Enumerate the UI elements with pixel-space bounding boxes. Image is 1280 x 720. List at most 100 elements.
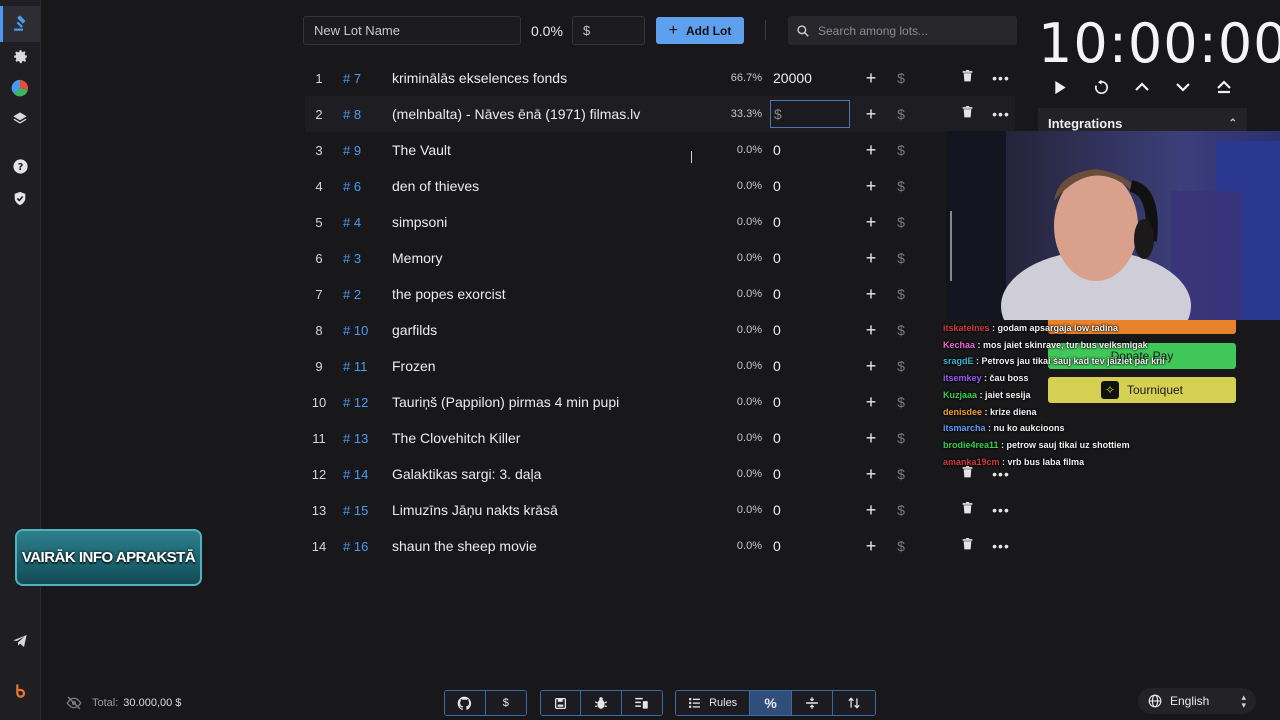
- lot-percent: 66.7%: [730, 72, 762, 84]
- dollar-icon[interactable]: $: [891, 214, 911, 230]
- more-options-icon[interactable]: •••: [991, 106, 1011, 122]
- chat-username: Kuzjaaa: [943, 389, 978, 400]
- trash-icon[interactable]: [957, 69, 977, 88]
- plus-icon[interactable]: +: [861, 248, 881, 269]
- plus-icon[interactable]: +: [861, 176, 881, 197]
- lot-name[interactable]: (melnbalta) - Nāves ēnā (1971) filmas.lv: [392, 106, 722, 122]
- dollar-icon[interactable]: $: [891, 250, 911, 266]
- lot-amount-input[interactable]: 0: [770, 460, 850, 488]
- search-box[interactable]: [788, 16, 1017, 45]
- help-icon[interactable]: ?: [8, 154, 32, 178]
- new-lot-amount-input[interactable]: [572, 16, 645, 45]
- plus-icon[interactable]: +: [861, 320, 881, 341]
- lot-name[interactable]: shaun the sheep movie: [392, 538, 722, 554]
- plus-icon[interactable]: +: [861, 212, 881, 233]
- trash-icon[interactable]: [957, 105, 977, 124]
- lot-name[interactable]: Frozen: [392, 358, 722, 374]
- lot-name[interactable]: Limuzīns Jāņu nakts krāsā: [392, 502, 722, 518]
- telegram-icon[interactable]: [8, 629, 32, 653]
- lot-name[interactable]: The Vault: [392, 142, 722, 158]
- dollar-icon[interactable]: $: [891, 394, 911, 410]
- lot-name[interactable]: Tauriņš (Pappilon) pirmas 4 min pupi: [392, 394, 722, 410]
- lot-name[interactable]: Memory: [392, 250, 722, 266]
- dollar-icon[interactable]: $: [891, 430, 911, 446]
- chevron-double-up-icon[interactable]: [1214, 76, 1234, 98]
- sort-icon[interactable]: [833, 691, 875, 715]
- lot-amount-input[interactable]: 0: [770, 208, 850, 236]
- dollar-icon[interactable]: $: [891, 106, 911, 122]
- dollar-icon[interactable]: $: [891, 466, 911, 482]
- plus-icon[interactable]: +: [861, 104, 881, 125]
- eye-off-icon[interactable]: [66, 696, 82, 710]
- more-options-icon[interactable]: •••: [991, 70, 1011, 86]
- footer-total: Total: 30.000,00 $: [66, 696, 181, 710]
- plus-icon[interactable]: +: [861, 68, 881, 89]
- dollar-icon[interactable]: $: [891, 538, 911, 554]
- lot-name[interactable]: den of thieves: [392, 178, 722, 194]
- lot-amount-input[interactable]: 0: [770, 496, 850, 524]
- lot-amount-input[interactable]: 0: [770, 244, 850, 272]
- lot-amount-input[interactable]: 0: [770, 172, 850, 200]
- lot-percent: 0.0%: [736, 144, 762, 156]
- dollar-icon[interactable]: $: [891, 286, 911, 302]
- language-select[interactable]: English ▴ ▾: [1138, 688, 1256, 714]
- plus-icon[interactable]: +: [861, 392, 881, 413]
- lot-amount-input[interactable]: 0: [770, 388, 850, 416]
- save-icon[interactable]: [541, 691, 582, 715]
- rules-button[interactable]: Rules: [676, 691, 751, 715]
- lot-name[interactable]: garfilds: [392, 322, 722, 338]
- bug-icon[interactable]: [581, 691, 622, 715]
- lot-amount-input[interactable]: 0: [770, 316, 850, 344]
- search-input[interactable]: [818, 23, 1008, 38]
- brand-icon[interactable]: [8, 680, 32, 704]
- more-options-icon[interactable]: •••: [991, 502, 1011, 518]
- lot-amount-input[interactable]: 0: [770, 136, 850, 164]
- lot-amount-input[interactable]: $: [770, 100, 850, 128]
- total-label: Total:: [92, 697, 119, 709]
- lot-name[interactable]: kriminālās ekselences fonds: [392, 70, 722, 86]
- new-lot-name-input[interactable]: [303, 16, 521, 45]
- gear-icon[interactable]: [8, 44, 32, 68]
- chevron-down-icon[interactable]: [1173, 76, 1193, 98]
- lot-name[interactable]: simpsoni: [392, 214, 722, 230]
- more-options-icon[interactable]: •••: [991, 538, 1011, 554]
- dollar-icon[interactable]: $: [891, 358, 911, 374]
- gavel-icon[interactable]: [0, 6, 40, 42]
- dollar-icon[interactable]: $: [891, 502, 911, 518]
- chevron-up-icon[interactable]: [1132, 76, 1152, 98]
- dollar-icon[interactable]: $: [891, 178, 911, 194]
- trash-icon[interactable]: [957, 501, 977, 520]
- dollar-icon[interactable]: $: [891, 142, 911, 158]
- layers-icon[interactable]: [8, 107, 32, 131]
- clear-list-icon[interactable]: [621, 691, 662, 715]
- lot-name[interactable]: Galaktikas sargi: 3. daļa: [392, 466, 722, 482]
- plus-icon[interactable]: +: [861, 536, 881, 557]
- lot-amount-input[interactable]: 0: [770, 424, 850, 452]
- plus-icon[interactable]: +: [861, 500, 881, 521]
- shield-icon[interactable]: [8, 186, 32, 210]
- lot-name[interactable]: The Clovehitch Killer: [392, 430, 722, 446]
- percent-toggle[interactable]: %: [750, 691, 792, 715]
- lot-amount-input[interactable]: 0: [770, 532, 850, 560]
- compact-view-icon[interactable]: [791, 691, 834, 715]
- donate-dollar-button[interactable]: $: [485, 691, 526, 715]
- lot-amount-input[interactable]: 0: [770, 280, 850, 308]
- dollar-icon[interactable]: $: [891, 322, 911, 338]
- lot-amount-input[interactable]: 20000: [770, 64, 850, 92]
- plus-icon[interactable]: +: [861, 464, 881, 485]
- trash-icon[interactable]: [957, 537, 977, 556]
- dollar-icon[interactable]: $: [891, 70, 911, 86]
- chat-text: petrow sauj tikai uz shottiem: [1006, 439, 1130, 450]
- wheel-icon[interactable]: [8, 76, 32, 100]
- reset-icon[interactable]: [1091, 76, 1111, 98]
- plus-icon[interactable]: +: [861, 140, 881, 161]
- chat-separator: :: [981, 373, 990, 384]
- plus-icon[interactable]: +: [861, 284, 881, 305]
- plus-icon[interactable]: +: [861, 428, 881, 449]
- lot-amount-input[interactable]: 0: [770, 352, 850, 380]
- github-icon[interactable]: [445, 691, 486, 715]
- play-icon[interactable]: [1050, 76, 1070, 98]
- lot-name[interactable]: the popes exorcist: [392, 286, 722, 302]
- add-lot-button[interactable]: + Add Lot: [656, 17, 744, 44]
- plus-icon[interactable]: +: [861, 356, 881, 377]
